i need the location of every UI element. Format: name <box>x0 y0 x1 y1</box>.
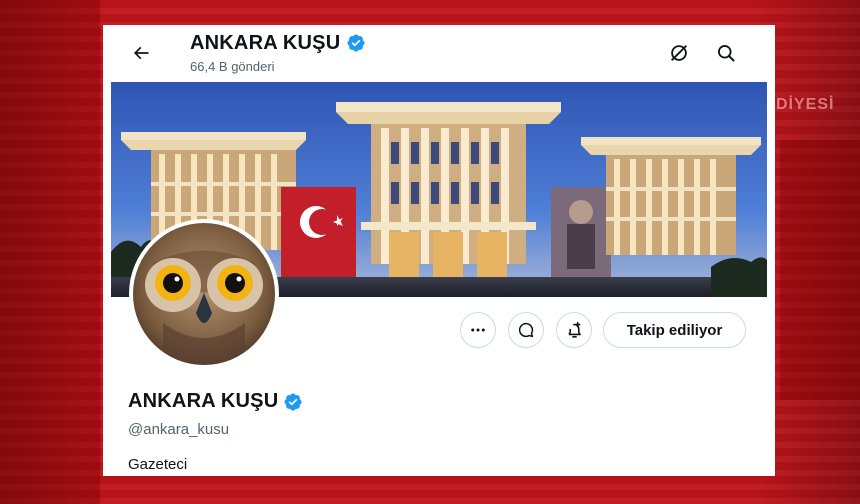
verified-badge-icon <box>347 34 365 52</box>
header-title: ANKARA KUŞU <box>190 31 366 55</box>
profile-handle: @ankara_kusu <box>128 421 230 438</box>
post-count: 66,4 B gönderi <box>190 59 275 74</box>
background-sign-text: DİYESİ <box>776 96 835 113</box>
owl-avatar-image <box>133 223 275 365</box>
search-button[interactable] <box>710 37 742 69</box>
more-button[interactable] <box>460 312 496 348</box>
profile-card: ANKARA KUŞU 66,4 B gönderi Takip ediliyo… <box>103 25 775 476</box>
back-button[interactable] <box>127 39 155 67</box>
more-icon <box>471 328 485 332</box>
profile-display-name: ANKARA KUŞU <box>128 390 279 412</box>
profile-name-row: ANKARA KUŞU <box>128 390 303 413</box>
profile-bio: Gazeteci <box>128 456 188 473</box>
following-button[interactable]: Takip ediliyor <box>603 312 746 348</box>
message-icon <box>518 322 534 338</box>
background-building-left <box>0 0 100 504</box>
notifications-button[interactable] <box>556 312 592 348</box>
background-building-right <box>780 140 860 400</box>
message-button[interactable] <box>508 312 544 348</box>
grok-icon <box>671 45 687 61</box>
arrow-left-icon <box>133 46 149 60</box>
grok-button[interactable] <box>663 37 695 69</box>
top-bar: ANKARA KUŞU 66,4 B gönderi <box>103 25 775 81</box>
header-display-name: ANKARA KUŞU <box>190 31 341 54</box>
bell-plus-icon <box>567 321 581 338</box>
verified-badge-icon <box>284 392 302 411</box>
profile-avatar[interactable] <box>129 219 279 369</box>
search-icon <box>718 45 735 62</box>
